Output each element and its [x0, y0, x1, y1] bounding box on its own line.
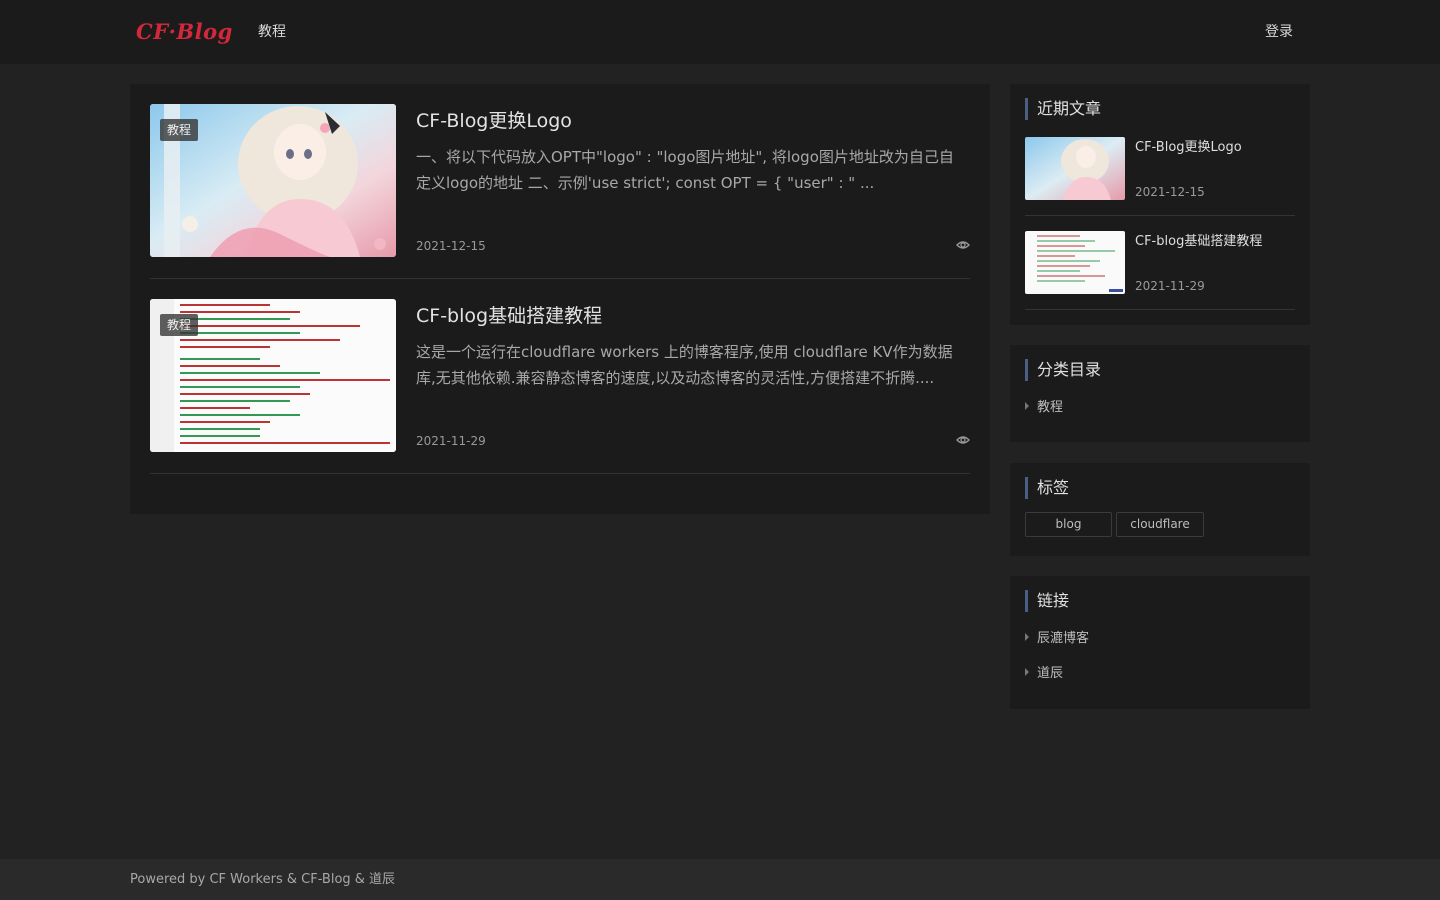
recent-post-thumbnail[interactable]	[1025, 137, 1125, 200]
widget-title: 分类目录	[1025, 359, 1101, 381]
post-excerpt: 一、将以下代码放入OPT中"logo" : "logo图片地址", 将logo图…	[416, 148, 954, 192]
post-excerpt: 这是一个运行在cloudflare workers 上的博客程序,使用 clou…	[416, 343, 953, 387]
caret-right-icon	[1025, 633, 1029, 641]
links-widget: 链接 辰漉博客 道辰	[1010, 576, 1310, 709]
tag-blog[interactable]: blog	[1025, 512, 1112, 537]
tags-widget: 标签 blog cloudflare	[1010, 463, 1310, 556]
category-label: 教程	[1037, 400, 1064, 415]
anime-girl-illustration-icon	[1025, 137, 1125, 200]
link-label: 道辰	[1037, 666, 1064, 681]
category-link[interactable]: 教程	[1025, 399, 1063, 417]
post-item: 教程 CF-Blog更换Logo 一、将以下代码放入OPT中"logo" : "…	[150, 104, 970, 279]
recent-post-date: 2021-11-29	[1135, 279, 1205, 293]
post-list: 教程 CF-Blog更换Logo 一、将以下代码放入OPT中"logo" : "…	[130, 84, 990, 514]
recent-post-item: CF-blog基础搭建教程 2021-11-29	[1025, 231, 1295, 310]
eye-icon	[956, 241, 970, 249]
category-badge[interactable]: 教程	[160, 314, 199, 336]
recent-post-date: 2021-12-15	[1135, 185, 1205, 199]
login-link[interactable]: 登录	[1265, 22, 1293, 42]
site-logo[interactable]: CF·Blog	[136, 16, 233, 48]
code-screenshot-icon	[1025, 231, 1125, 294]
post-item: 教程 CF-blog基础搭建教程 这是一个运行在cloudflare worke…	[150, 299, 970, 474]
category-badge[interactable]: 教程	[160, 119, 199, 141]
recent-post-title[interactable]: CF-Blog更换Logo	[1135, 139, 1242, 157]
caret-right-icon	[1025, 402, 1029, 410]
post-title[interactable]: CF-Blog更换Logo	[416, 106, 572, 136]
site-header: CF·Blog 教程 登录	[0, 0, 1440, 64]
caret-right-icon	[1025, 668, 1029, 676]
link-label: 辰漉博客	[1037, 631, 1090, 646]
widget-title: 近期文章	[1025, 98, 1101, 120]
nav-item-tutorial[interactable]: 教程	[258, 22, 286, 42]
friend-link[interactable]: 辰漉博客	[1025, 630, 1089, 648]
eye-icon	[956, 436, 970, 444]
widget-title: 链接	[1025, 590, 1069, 612]
footer-credits: Powered by CF Workers & CF-Blog & 道辰	[130, 872, 396, 887]
post-thumbnail[interactable]: 教程	[150, 299, 396, 452]
categories-widget: 分类目录 教程	[1010, 345, 1310, 442]
recent-posts-widget: 近期文章 CF-Blog更换Logo 2021-12-15 CF-blog基础搭…	[1010, 84, 1310, 325]
post-date: 2021-11-29	[416, 434, 486, 448]
post-title[interactable]: CF-blog基础搭建教程	[416, 301, 602, 331]
widget-title: 标签	[1025, 477, 1069, 499]
tag-cloudflare[interactable]: cloudflare	[1116, 512, 1204, 537]
friend-link[interactable]: 道辰	[1025, 665, 1063, 683]
site-footer: Powered by CF Workers & CF-Blog & 道辰	[0, 859, 1440, 900]
recent-post-title[interactable]: CF-blog基础搭建教程	[1135, 233, 1262, 251]
post-thumbnail[interactable]: 教程	[150, 104, 396, 257]
post-date: 2021-12-15	[416, 239, 486, 253]
recent-post-thumbnail[interactable]	[1025, 231, 1125, 294]
recent-post-item: CF-Blog更换Logo 2021-12-15	[1025, 137, 1295, 216]
